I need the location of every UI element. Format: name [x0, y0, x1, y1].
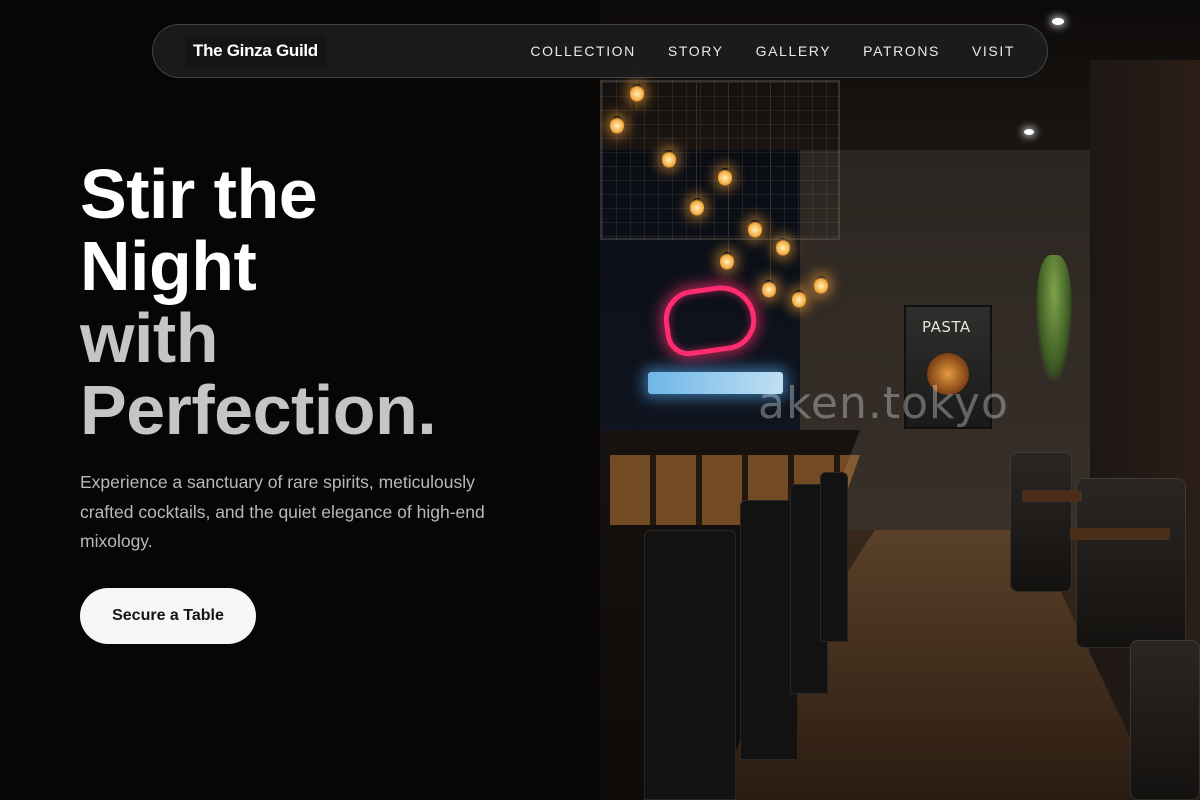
bulb-light [630, 84, 644, 102]
dining-table [1022, 490, 1082, 502]
brand-logo[interactable]: The Ginza Guild [185, 35, 326, 67]
top-navbar: The Ginza Guild COLLECTION STORY GALLERY… [152, 24, 1048, 78]
booth-seat [1076, 478, 1186, 648]
hero-title: Stir the Night with Perfection. [80, 158, 550, 446]
secure-table-button[interactable]: Secure a Table [80, 588, 256, 644]
ceiling-spotlight [1052, 18, 1064, 25]
nav-link-collection[interactable]: COLLECTION [530, 43, 635, 59]
bar-stool [644, 530, 736, 800]
poster-word: PASTA [922, 318, 971, 336]
bulb-light [720, 252, 734, 270]
bulb-light [610, 116, 624, 134]
hero-title-accent-line: with [80, 299, 218, 377]
photo-wire [770, 80, 771, 290]
landing-page: PASTA aken.tokyo The Ginza Guild COLLECT… [0, 0, 1200, 800]
bulb-light [762, 280, 776, 298]
booth-seat [1010, 452, 1072, 592]
bulb-light [792, 290, 806, 308]
hero-title-accent-line: Perfection. [80, 371, 437, 449]
photo-watermark: aken.tokyo [758, 378, 1009, 429]
bar-stool [820, 472, 848, 642]
nav-links: COLLECTION STORY GALLERY PATRONS VISIT [530, 43, 1015, 59]
nav-link-patrons[interactable]: PATRONS [863, 43, 940, 59]
hero-subtitle: Experience a sanctuary of rare spirits, … [80, 472, 485, 551]
bulb-light [748, 220, 762, 238]
ceiling-spotlight [1024, 129, 1034, 135]
nav-link-gallery[interactable]: GALLERY [756, 43, 832, 59]
dining-table [1070, 528, 1170, 540]
hero-title-line: Night [80, 227, 257, 305]
nav-link-story[interactable]: STORY [668, 43, 724, 59]
hanging-plant [1036, 255, 1072, 380]
bulb-light [662, 150, 676, 168]
bulb-light [718, 168, 732, 186]
hero-title-line: Stir the [80, 155, 318, 233]
bulb-light [776, 238, 790, 256]
bar-interior-photo: PASTA aken.tokyo [600, 0, 1200, 800]
nav-link-visit[interactable]: VISIT [972, 43, 1015, 59]
photo-wire [696, 80, 697, 210]
bulb-light [814, 276, 828, 294]
bulb-light [690, 198, 704, 216]
booth-seat [1130, 640, 1200, 800]
